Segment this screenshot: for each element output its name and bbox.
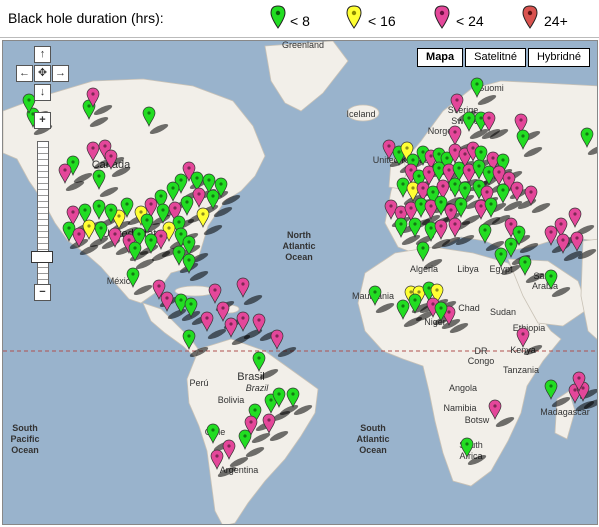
label-sat-3: Ocean — [359, 445, 387, 455]
greenland-land — [264, 41, 349, 112]
zoom-out-button[interactable]: − — [34, 284, 51, 301]
label-drc: DR — [475, 346, 488, 356]
marker-shadow — [207, 328, 227, 340]
label-botswana: Botsw — [465, 415, 490, 425]
label-peru: Perú — [189, 378, 208, 388]
pink-marker-icon — [434, 5, 450, 29]
map-type-switcher: Mapa Satelitné Hybridné — [415, 48, 590, 67]
marker-shadow — [189, 270, 209, 282]
label-tanzania: Tanzania — [503, 365, 539, 375]
label-sat-2: Atlantic — [356, 434, 389, 444]
pan-center-button[interactable]: ✥ — [34, 65, 51, 82]
label-spo-3: Ocean — [11, 445, 39, 455]
pink-marker-icon[interactable] — [270, 329, 284, 350]
pink-marker-icon[interactable] — [224, 317, 238, 338]
pink-marker-icon[interactable] — [160, 291, 174, 312]
map-canvas: Greenland Iceland Suomi Sverige Norge Sw… — [3, 41, 597, 524]
red-marker-icon — [522, 5, 538, 29]
label-angola: Angola — [449, 383, 477, 393]
label-norge: Norge — [428, 126, 453, 136]
label-spo-2: Pacific — [10, 434, 39, 444]
green-marker-icon — [270, 5, 286, 29]
pink-marker-icon[interactable] — [236, 311, 250, 332]
label-libya: Libya — [457, 264, 479, 274]
pink-marker-icon[interactable] — [570, 231, 584, 252]
marker-shadow — [243, 294, 263, 306]
label-congo: Congo — [468, 356, 495, 366]
label-north-atlantic-2: Atlantic — [282, 241, 315, 251]
pink-marker-icon[interactable] — [236, 277, 250, 298]
label-sudan: Sudan — [490, 307, 516, 317]
label-bolivia: Bolivia — [218, 395, 245, 405]
legend-label-lt24: < 24 — [456, 13, 484, 29]
zoom-controls: ↑ ← ✥ → ↓ + − — [16, 46, 70, 301]
map-type-satellite-button[interactable]: Satelitné — [465, 48, 526, 67]
map-type-hybrid-button[interactable]: Hybridné — [527, 48, 590, 67]
label-brazil: Brazil — [246, 383, 270, 393]
pan-left-button[interactable]: ← — [16, 65, 33, 82]
label-north-atlantic-1: North — [287, 230, 311, 240]
label-chad: Chad — [458, 303, 480, 313]
label-spo-1: South — [12, 423, 38, 433]
pink-marker-icon[interactable] — [216, 301, 230, 322]
green-marker-icon[interactable] — [544, 379, 558, 400]
legend-label-24plus: 24+ — [544, 13, 568, 29]
label-sat-1: South — [360, 423, 386, 433]
zoom-in-button[interactable]: + — [34, 112, 51, 129]
marker-shadow — [277, 346, 297, 358]
legend-label-lt8: < 8 — [290, 13, 310, 29]
map-type-map-button[interactable]: Mapa — [417, 48, 464, 67]
pink-marker-icon[interactable] — [208, 283, 222, 304]
label-north-atlantic-3: Ocean — [285, 252, 313, 262]
label-namibia: Namibia — [443, 403, 476, 413]
pan-up-button[interactable]: ↑ — [34, 46, 51, 63]
zoom-slider-track[interactable] — [37, 141, 49, 293]
label-iceland: Iceland — [346, 109, 375, 119]
legend-bar: Black hole duration (hrs): < 8 < 16 < 24… — [0, 0, 599, 38]
label-greenland: Greenland — [282, 41, 324, 50]
legend-title: Black hole duration (hrs): — [8, 10, 164, 26]
legend-label-lt16: < 16 — [368, 13, 396, 29]
pan-down-button[interactable]: ↓ — [34, 84, 51, 101]
pink-marker-icon[interactable] — [200, 311, 214, 332]
zoom-slider-knob[interactable] — [31, 251, 53, 263]
yellow-marker-icon — [346, 5, 362, 29]
pan-right-button[interactable]: → — [52, 65, 69, 82]
world-map[interactable]: Greenland Iceland Suomi Sverige Norge Sw… — [2, 40, 598, 525]
